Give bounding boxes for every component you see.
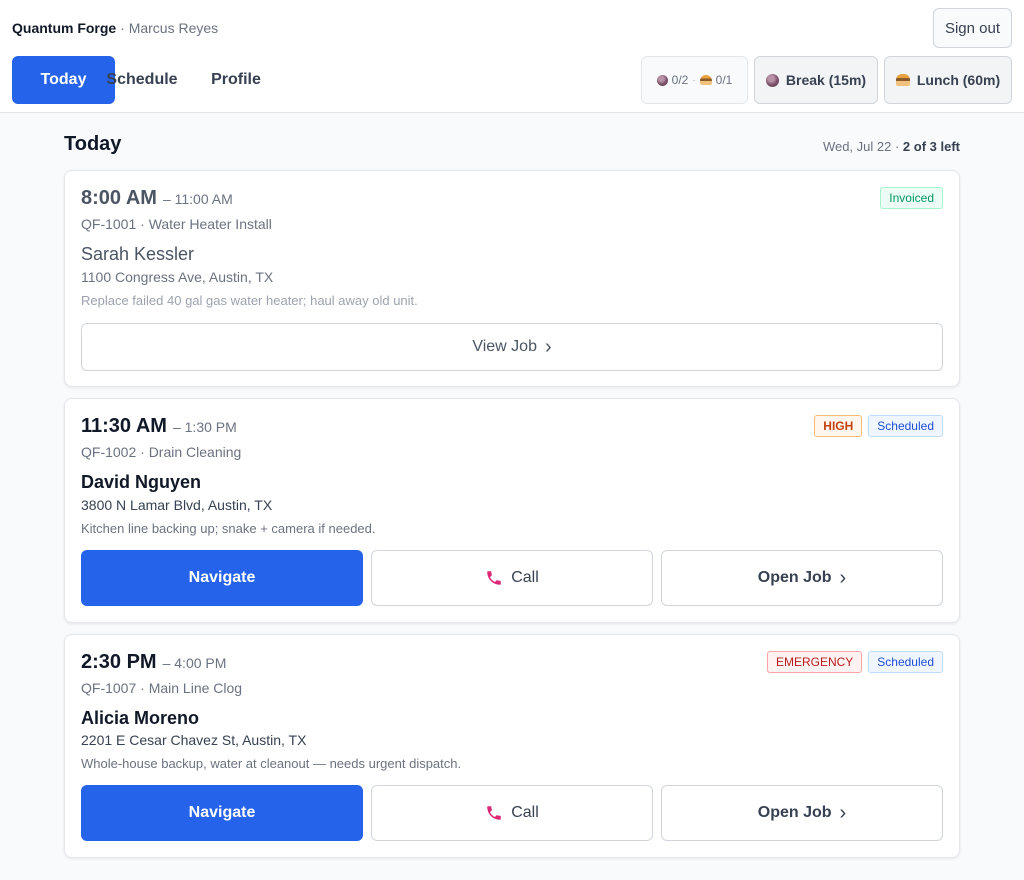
- call-label: Call: [511, 569, 539, 586]
- view-job-label: View Job: [472, 338, 537, 355]
- job-meta: QF-1001 · Water Heater Install: [81, 216, 272, 232]
- customer-name: Alicia Moreno: [81, 708, 200, 728]
- priority-badge: HIGH: [814, 415, 863, 437]
- chevron-right-icon: ›: [544, 336, 552, 358]
- time-range: 11:30 AM – 1:30 PM: [81, 415, 237, 438]
- end-time: – 4:00 PM: [162, 655, 227, 671]
- chevron-right-icon: ›: [839, 567, 847, 589]
- break-button[interactable]: Break (15m): [754, 56, 878, 104]
- tab-schedule[interactable]: Schedule: [96, 56, 188, 104]
- priority-badge: EMERGENCY: [766, 651, 863, 673]
- start-time: 8:00 AM: [81, 187, 157, 209]
- call-label: Call: [511, 804, 539, 821]
- jobs-remaining: 2 of 3 left: [902, 139, 960, 154]
- user-name: Marcus Reyes: [128, 20, 219, 36]
- current-date: Wed, Jul 22: [822, 139, 892, 154]
- phone-icon: [487, 571, 501, 585]
- status-badge: Scheduled: [868, 651, 943, 673]
- sign-out-button[interactable]: Sign out: [933, 8, 1012, 48]
- customer-name: Sarah Kessler: [81, 244, 195, 264]
- donut-icon: [765, 73, 779, 87]
- page-title: Today: [64, 133, 122, 155]
- call-button[interactable]: Call: [371, 785, 653, 841]
- start-time: 2:30 PM: [81, 651, 157, 673]
- burger-icon: [699, 75, 712, 85]
- job-address: 3800 N Lamar Blvd, Austin, TX: [81, 497, 273, 513]
- brand-separator: ·: [116, 20, 129, 36]
- brand: Quantum Forge · Marcus Reyes: [12, 20, 218, 36]
- counter-separator: ·: [692, 74, 696, 86]
- navigate-button[interactable]: Navigate: [81, 550, 363, 606]
- job-badges: Invoiced: [880, 187, 943, 209]
- time-range: 2:30 PM – 4:00 PM: [81, 651, 226, 674]
- view-job-button[interactable]: View Job ›: [81, 323, 943, 371]
- job-badges: HIGH Scheduled: [814, 415, 943, 437]
- job-address: 2201 E Cesar Chavez St, Austin, TX: [81, 732, 307, 748]
- job-meta: QF-1007 · Main Line Clog: [81, 680, 243, 696]
- break-button-label: Break (15m): [785, 72, 867, 88]
- break-counters: 0/2 · 0/1: [641, 56, 748, 104]
- job-note: Whole-house backup, water at cleanout — …: [81, 756, 462, 771]
- start-time: 11:30 AM: [81, 415, 167, 437]
- open-job-label: Open Job: [757, 804, 832, 821]
- status-badge: Invoiced: [880, 187, 943, 209]
- break-count: 0/2: [671, 73, 689, 87]
- navigate-button[interactable]: Navigate: [81, 785, 363, 841]
- lunch-button[interactable]: Lunch (60m): [884, 56, 1012, 104]
- job-meta: QF-1002 · Drain Cleaning: [81, 444, 242, 460]
- open-job-label: Open Job: [757, 569, 832, 586]
- lunch-button-label: Lunch (60m): [916, 72, 1001, 88]
- job-address: 1100 Congress Ave, Austin, TX: [81, 269, 274, 285]
- job-card: 8:00 AM – 11:00 AM Invoiced QF-1001 · Wa…: [64, 170, 960, 387]
- company-name: Quantum Forge: [12, 20, 117, 36]
- tab-profile[interactable]: Profile: [196, 56, 276, 104]
- job-note: Replace failed 40 gal gas water heater; …: [81, 293, 418, 308]
- job-badges: EMERGENCY Scheduled: [766, 651, 943, 673]
- status-badge: Scheduled: [868, 415, 943, 437]
- burger-icon: [895, 74, 910, 86]
- top-bar: Quantum Forge · Marcus Reyes Sign out To…: [0, 0, 1024, 113]
- job-card: 11:30 AM – 1:30 PM HIGH Scheduled QF-100…: [64, 398, 960, 623]
- open-job-button[interactable]: Open Job ›: [661, 550, 943, 606]
- lunch-count: 0/1: [715, 73, 733, 87]
- phone-icon: [487, 806, 501, 820]
- customer-name: David Nguyen: [81, 472, 202, 492]
- end-time: – 11:00 AM: [162, 191, 233, 207]
- donut-icon: [656, 74, 668, 86]
- job-card: 2:30 PM – 4:00 PM EMERGENCY Scheduled QF…: [64, 634, 960, 858]
- date-summary: Wed, Jul 22 · 2 of 3 left: [822, 139, 960, 154]
- chevron-right-icon: ›: [839, 802, 847, 824]
- time-range: 8:00 AM – 11:00 AM: [81, 187, 233, 210]
- end-time: – 1:30 PM: [172, 419, 237, 435]
- open-job-button[interactable]: Open Job ›: [661, 785, 943, 841]
- job-note: Kitchen line backing up; snake + camera …: [81, 521, 376, 536]
- call-button[interactable]: Call: [371, 550, 653, 606]
